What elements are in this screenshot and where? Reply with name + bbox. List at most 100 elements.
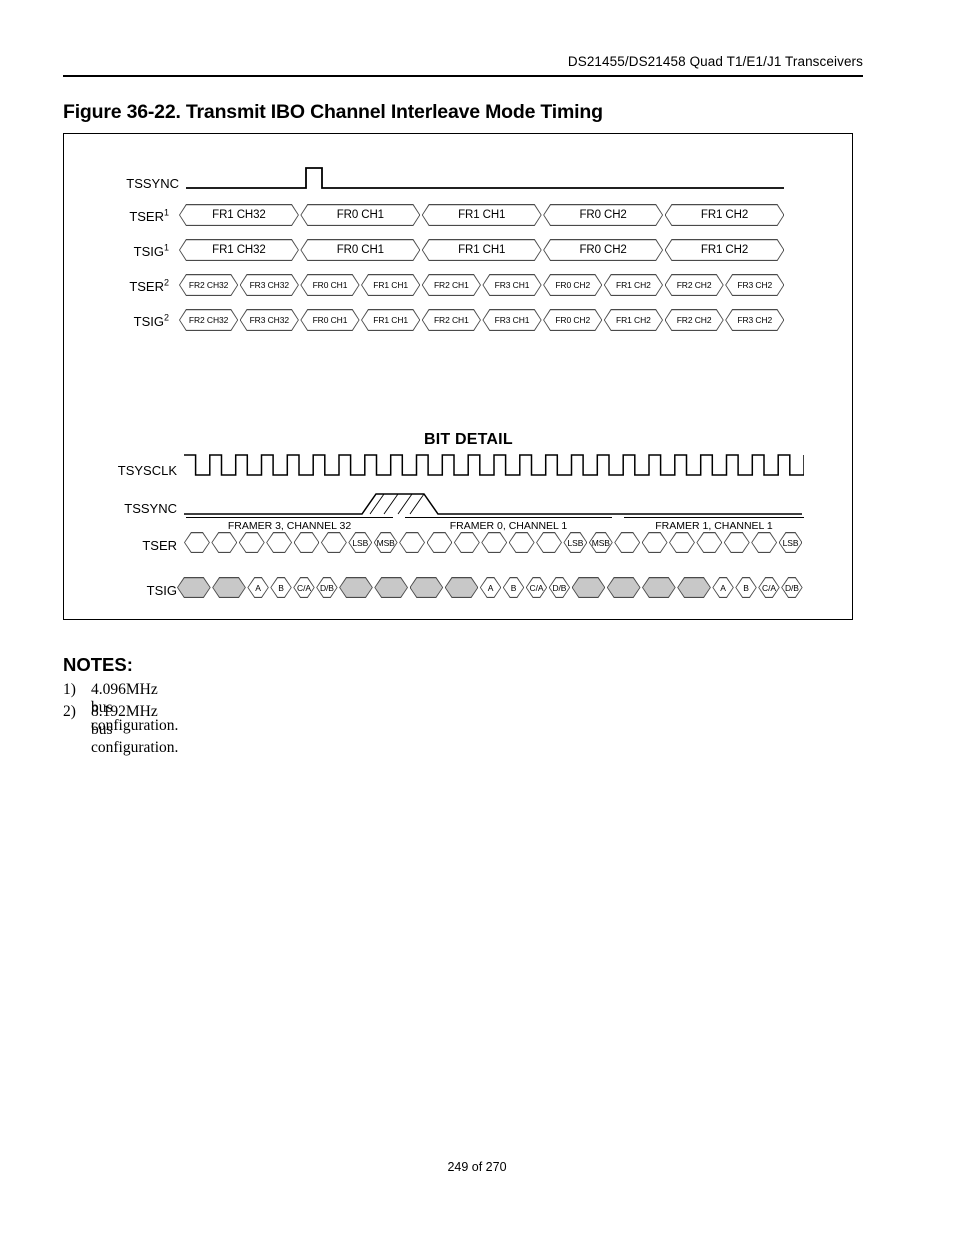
waveform-cell: FR0 CH2 — [543, 274, 602, 296]
waveform-cell — [294, 532, 320, 553]
waveform-cell-label — [212, 577, 246, 598]
waveform-cell: FR0 CH1 — [300, 204, 420, 226]
waveform-cell: FR0 CH2 — [543, 309, 602, 331]
waveform-cell-label: FR1 CH2 — [616, 280, 651, 290]
framer-caption-2: FRAMER 0, CHANNEL 1 — [449, 520, 568, 532]
page-running-header: DS21455/DS21458 Quad T1/E1/J1 Transceive… — [567, 54, 863, 69]
waveform-cell: FR1 CH1 — [361, 309, 420, 331]
waveform-cell-label: B — [278, 582, 284, 593]
framer-span-line-3 — [624, 517, 804, 519]
waveform-cell — [509, 532, 535, 553]
waveform-cell-label — [481, 532, 507, 553]
waveform-cell: FR3 CH32 — [240, 309, 299, 331]
waveform-cell-label: FR2 CH2 — [676, 315, 712, 325]
waveform-cell-label — [669, 532, 695, 553]
note-text-2: 8.192MHz bus configuration. — [91, 703, 179, 756]
waveform-cell: FR1 CH1 — [422, 204, 542, 226]
waveform-cell — [572, 577, 606, 598]
waveform-cell-label: LSB — [782, 537, 799, 548]
waveform-cell — [677, 577, 711, 598]
waveform-cell-label — [294, 532, 320, 553]
waveform-cell — [212, 577, 246, 598]
waveform-cell-label: A — [255, 582, 261, 593]
waveform-cell-label: D/B — [319, 582, 334, 593]
waveform-cell — [339, 577, 373, 598]
page-footer: 249 of 270 — [447, 1160, 507, 1174]
waveform-cell — [614, 532, 640, 553]
waveform-cell-label: MSB — [591, 537, 610, 548]
waveform-cell: D/B — [316, 577, 337, 598]
waveform-row-tser-2: FR2 CH32 FR3 CH32 FR0 CH1 FR1 CH1 FR2 CH1 FR3… — [179, 274, 786, 296]
waveform-tssync-top — [186, 167, 784, 189]
waveform-cell: B — [503, 577, 524, 598]
framer-span-line-2 — [405, 517, 612, 519]
waveform-cell-label: FR3 CH2 — [737, 280, 773, 290]
waveform-cell-label: FR2 CH1 — [433, 280, 469, 290]
waveform-cell — [177, 577, 211, 598]
waveform-cell-label: FR1 CH1 — [373, 280, 409, 290]
waveform-cell-label — [454, 532, 480, 553]
bit-detail-title: BIT DETAIL — [424, 431, 513, 448]
waveform-cell-label: FR2 CH1 — [433, 315, 469, 325]
waveform-cell-label — [445, 577, 479, 598]
waveform-cell-label — [696, 532, 722, 553]
waveform-cell-label: FR0 CH1 — [336, 209, 384, 221]
waveform-cell — [642, 532, 668, 553]
waveform-cell-label: LSB — [567, 537, 584, 548]
signal-label-tser-detail: TSER — [142, 538, 177, 553]
waveform-cell: C/A — [293, 577, 314, 598]
waveform-row-tsig-detail: A B C/A D/B A B C/A D/B A B C/A D/B — [177, 577, 804, 598]
waveform-cell-label: FR1 CH2 — [616, 315, 651, 325]
signal-label-tsig-1: TSIG1 — [133, 242, 169, 259]
waveform-cell-label — [177, 577, 211, 598]
waveform-cell-label — [266, 532, 292, 553]
waveform-cell: FR2 CH1 — [422, 309, 481, 331]
waveform-cell: FR2 CH2 — [665, 309, 724, 331]
waveform-cell: MSB — [374, 532, 398, 553]
waveform-cell: FR1 CH2 — [604, 309, 663, 331]
waveform-cell: FR2 CH2 — [665, 274, 724, 296]
waveform-cell-label: FR3 CH32 — [249, 280, 289, 290]
waveform-cell: FR3 CH32 — [240, 274, 299, 296]
waveform-cell-label: C/A — [529, 582, 544, 593]
waveform-cell: FR1 CH2 — [604, 274, 663, 296]
waveform-cell — [239, 532, 265, 553]
waveform-cell-label — [211, 532, 237, 553]
signal-label-tsysclk: TSYSCLK — [117, 463, 177, 478]
waveform-row-tser-1: FR1 CH32 FR0 CH1 FR1 CH1 FR0 CH2 FR1 CH2 — [179, 204, 786, 226]
waveform-cell-label: FR0 CH2 — [555, 315, 591, 325]
waveform-cell-label: FR3 CH32 — [249, 315, 289, 325]
signal-label-tser-2: TSER2 — [129, 277, 169, 294]
waveform-cell-label: FR1 CH2 — [700, 209, 749, 221]
waveform-cell: C/A — [526, 577, 547, 598]
waveform-cell-label — [239, 532, 265, 553]
waveform-cell-label: FR2 CH32 — [188, 280, 229, 290]
signal-label-tssync-top: TSSYNC — [126, 176, 179, 191]
waveform-cell — [427, 532, 453, 553]
waveform-cell-label — [677, 577, 711, 598]
waveform-cell-label: C/A — [297, 582, 311, 593]
waveform-cell-label: FR1 CH1 — [458, 244, 506, 256]
waveform-cell: FR3 CH1 — [482, 274, 541, 296]
waveform-cell-label — [572, 577, 606, 598]
waveform-cell-label: FR1 CH1 — [373, 315, 409, 325]
waveform-cell-label: FR1 CH32 — [212, 209, 266, 221]
waveform-cell-label — [399, 532, 425, 553]
waveform-cell-label: FR3 CH2 — [737, 315, 773, 325]
waveform-cell-label — [427, 532, 453, 553]
waveform-cell-label: C/A — [762, 582, 776, 593]
waveform-cell: FR3 CH2 — [725, 309, 784, 331]
waveform-cell: FR0 CH2 — [543, 239, 663, 261]
waveform-cell — [607, 577, 641, 598]
waveform-cell-label — [614, 532, 640, 553]
framer-span-line-1 — [186, 517, 393, 519]
waveform-cell: FR1 CH2 — [665, 239, 785, 261]
waveform-cell-label — [536, 532, 562, 553]
framer-caption-1: FRAMER 3, CHANNEL 32 — [227, 520, 352, 532]
waveform-cell-label: FR0 CH2 — [579, 244, 627, 256]
waveform-cell-label: FR2 CH2 — [676, 280, 712, 290]
waveform-cell: FR3 CH2 — [725, 274, 784, 296]
waveform-cell-label: FR2 CH32 — [188, 315, 229, 325]
waveform-cell-label — [751, 532, 777, 553]
waveform-cell — [321, 532, 347, 553]
